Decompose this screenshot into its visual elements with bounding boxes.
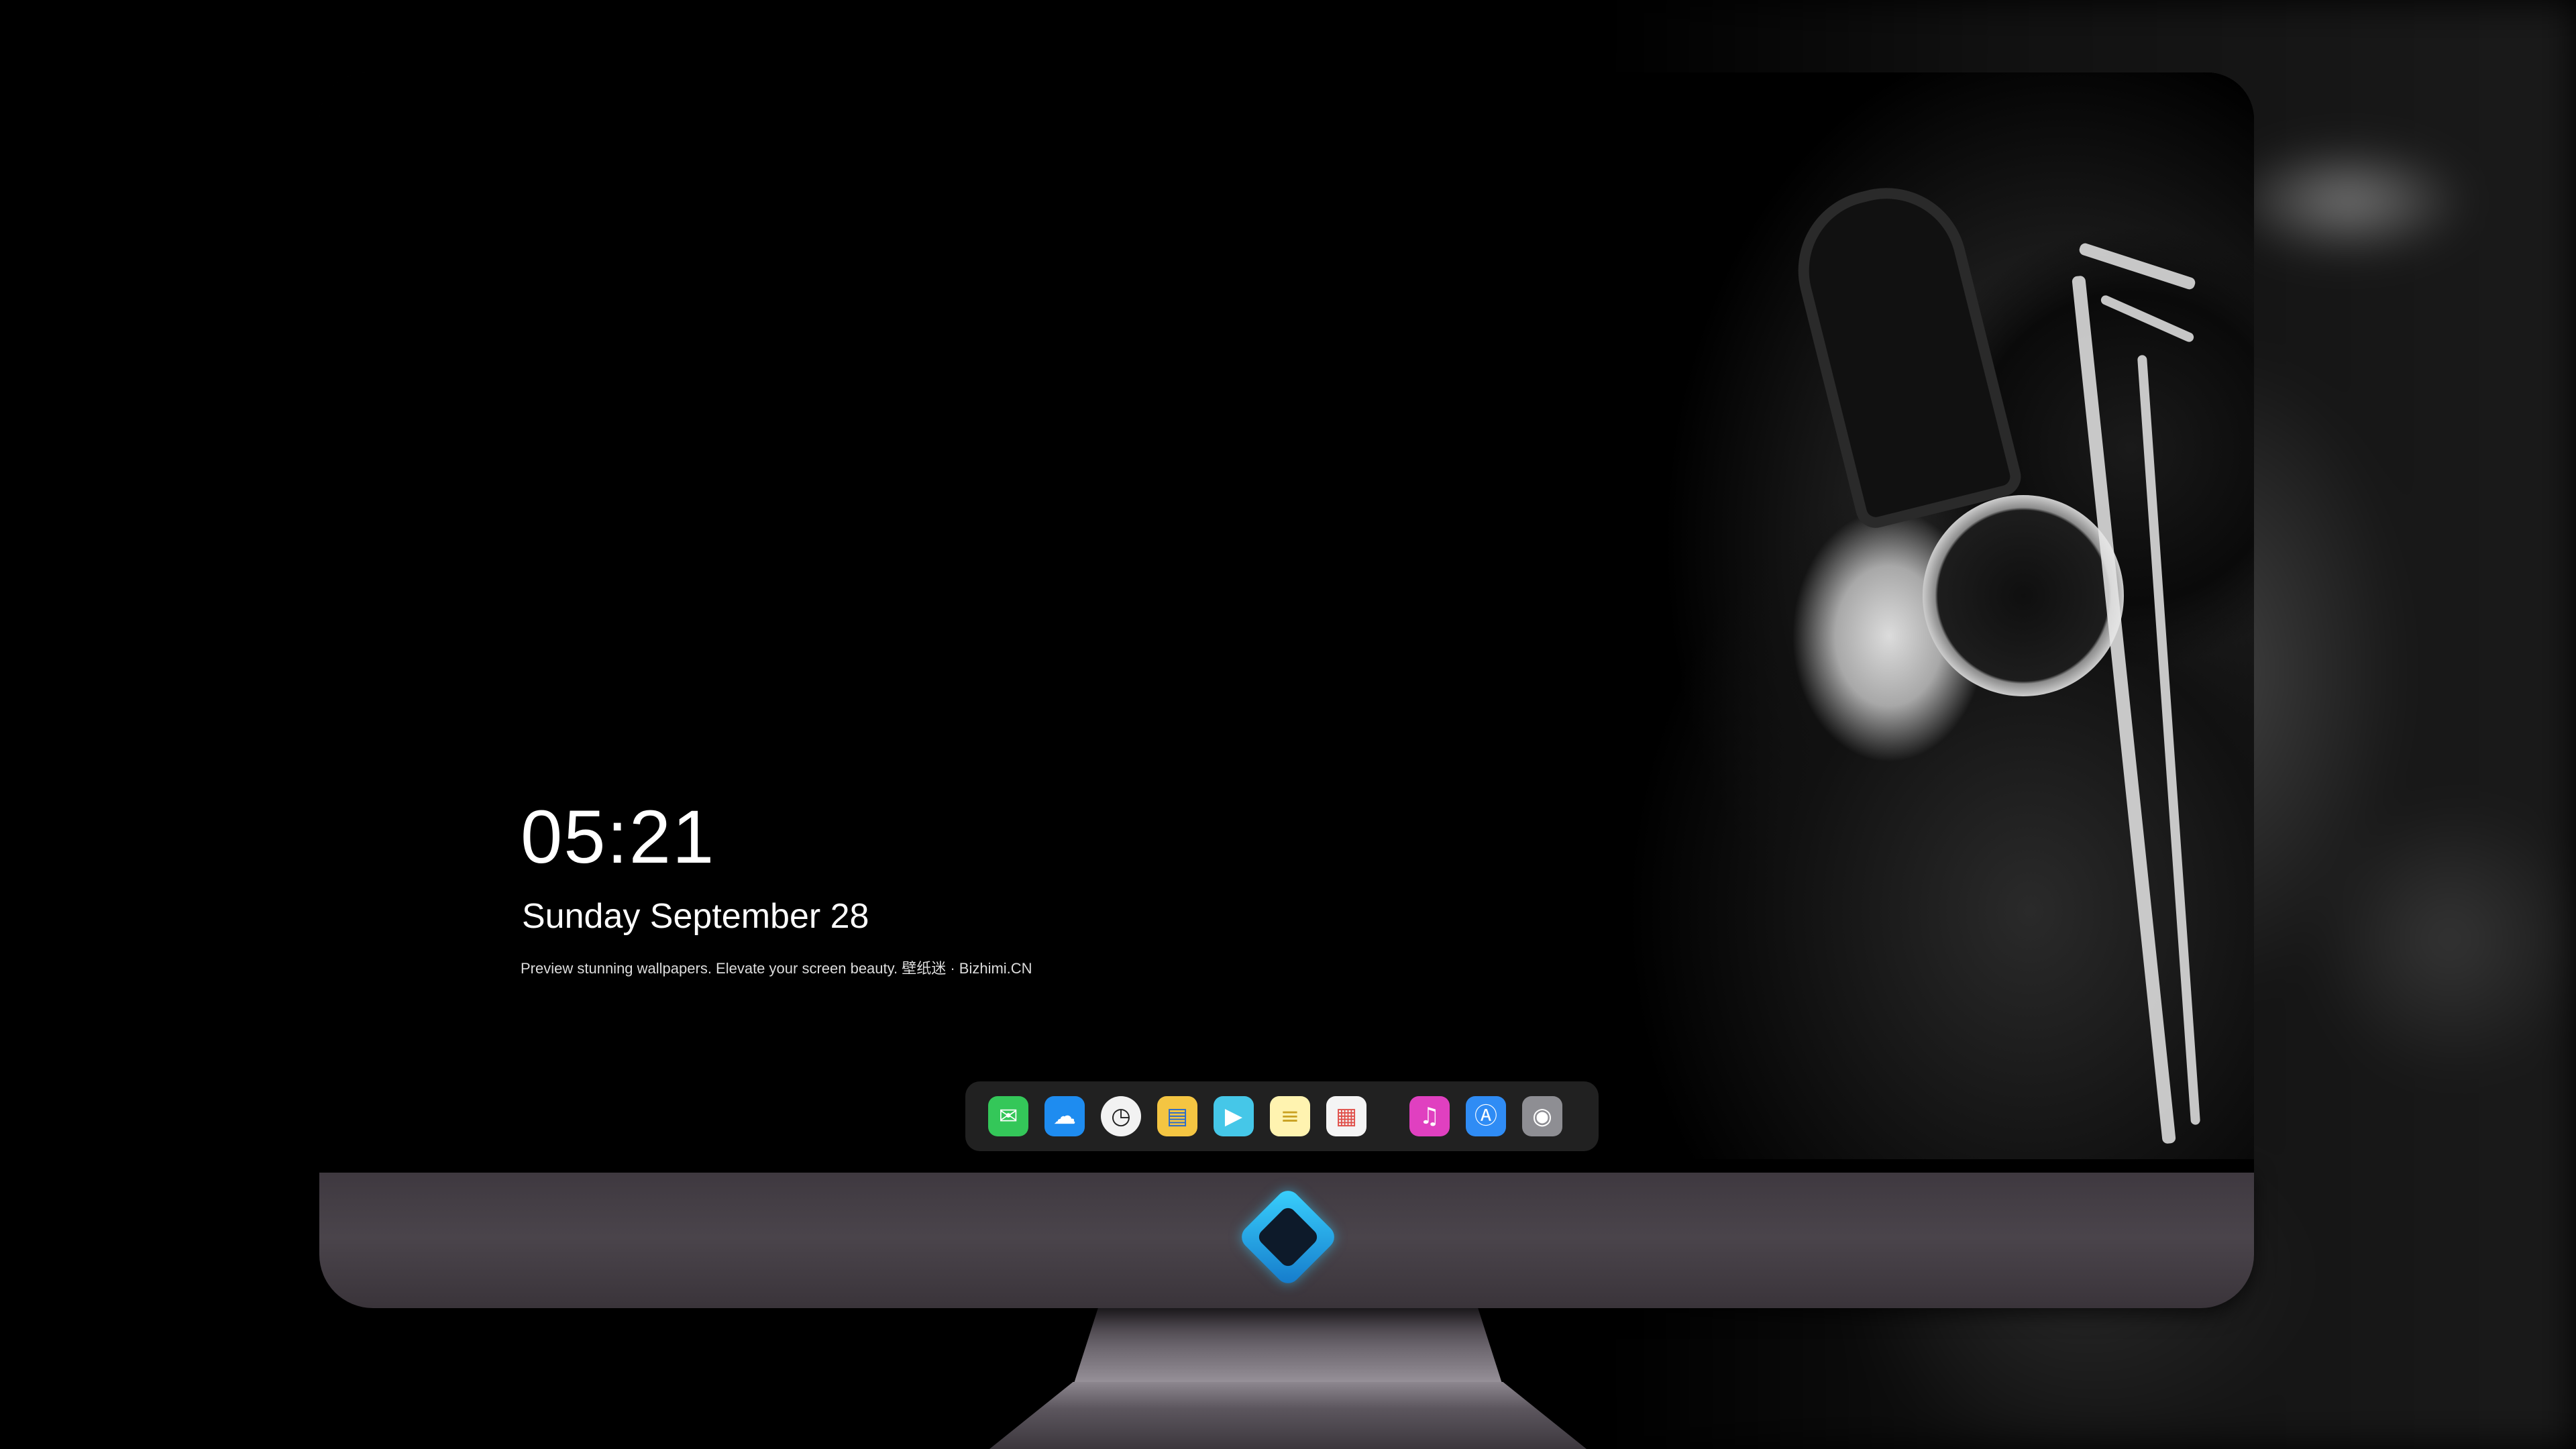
lock-clock-date: Sunday September 28 — [522, 897, 869, 936]
photos-icon[interactable]: ▦ — [1326, 1096, 1366, 1136]
camera-glyph: ◉ — [1532, 1103, 1552, 1130]
camera-icon[interactable]: ◉ — [1522, 1096, 1562, 1136]
hair-strand — [2099, 294, 2196, 343]
monitor-chin — [319, 1167, 2254, 1308]
wallpaper-tagline: Preview stunning wallpapers. Elevate you… — [521, 960, 1032, 977]
headphone-band-icon — [1781, 170, 2025, 533]
monitor-stand-neck — [1073, 1305, 1503, 1385]
music-icon[interactable]: ♫ — [1409, 1096, 1450, 1136]
clock-icon[interactable]: ◷ — [1101, 1096, 1141, 1136]
app-store-icon[interactable]: Ⓐ — [1466, 1096, 1506, 1136]
lock-clock-time: 05:21 — [521, 795, 716, 879]
video-clips-icon[interactable]: ▶ — [1214, 1096, 1254, 1136]
music-glyph: ♫ — [1419, 1103, 1440, 1130]
dock: ✉ ☁ ◷ ▤ ▶ ≡ ▦ ♫ Ⓐ ◉ — [965, 1081, 1599, 1151]
weather-glyph: ☁ — [1053, 1103, 1076, 1130]
bizhimi-logo-icon — [1236, 1185, 1340, 1289]
hair-strand — [2137, 354, 2201, 1126]
clock-glyph: ◷ — [1111, 1103, 1131, 1130]
monitor-stand-base — [989, 1382, 1587, 1449]
maps-glyph: ▤ — [1166, 1103, 1189, 1130]
video-clips-glyph: ▶ — [1224, 1103, 1243, 1130]
logo-inner — [1255, 1204, 1321, 1270]
app-store-glyph: Ⓐ — [1474, 1103, 1497, 1130]
monitor-screen-frame: 05:21 Sunday September 28 Preview stunni… — [319, 72, 2254, 1173]
wallpaper-image — [1326, 72, 2254, 1159]
hair-strand — [2072, 275, 2176, 1144]
messages-icon[interactable]: ✉ — [988, 1096, 1028, 1136]
maps-icon[interactable]: ▤ — [1157, 1096, 1197, 1136]
headphone-earcup-icon — [1923, 495, 2124, 696]
desktop-screen: 05:21 Sunday September 28 Preview stunni… — [319, 72, 2254, 1173]
hair-strand — [2078, 241, 2197, 291]
notes-icon[interactable]: ≡ — [1270, 1096, 1310, 1136]
photos-glyph: ▦ — [1335, 1103, 1358, 1130]
notes-glyph: ≡ — [1280, 1103, 1300, 1130]
weather-icon[interactable]: ☁ — [1044, 1096, 1085, 1136]
messages-glyph: ✉ — [998, 1103, 1018, 1130]
